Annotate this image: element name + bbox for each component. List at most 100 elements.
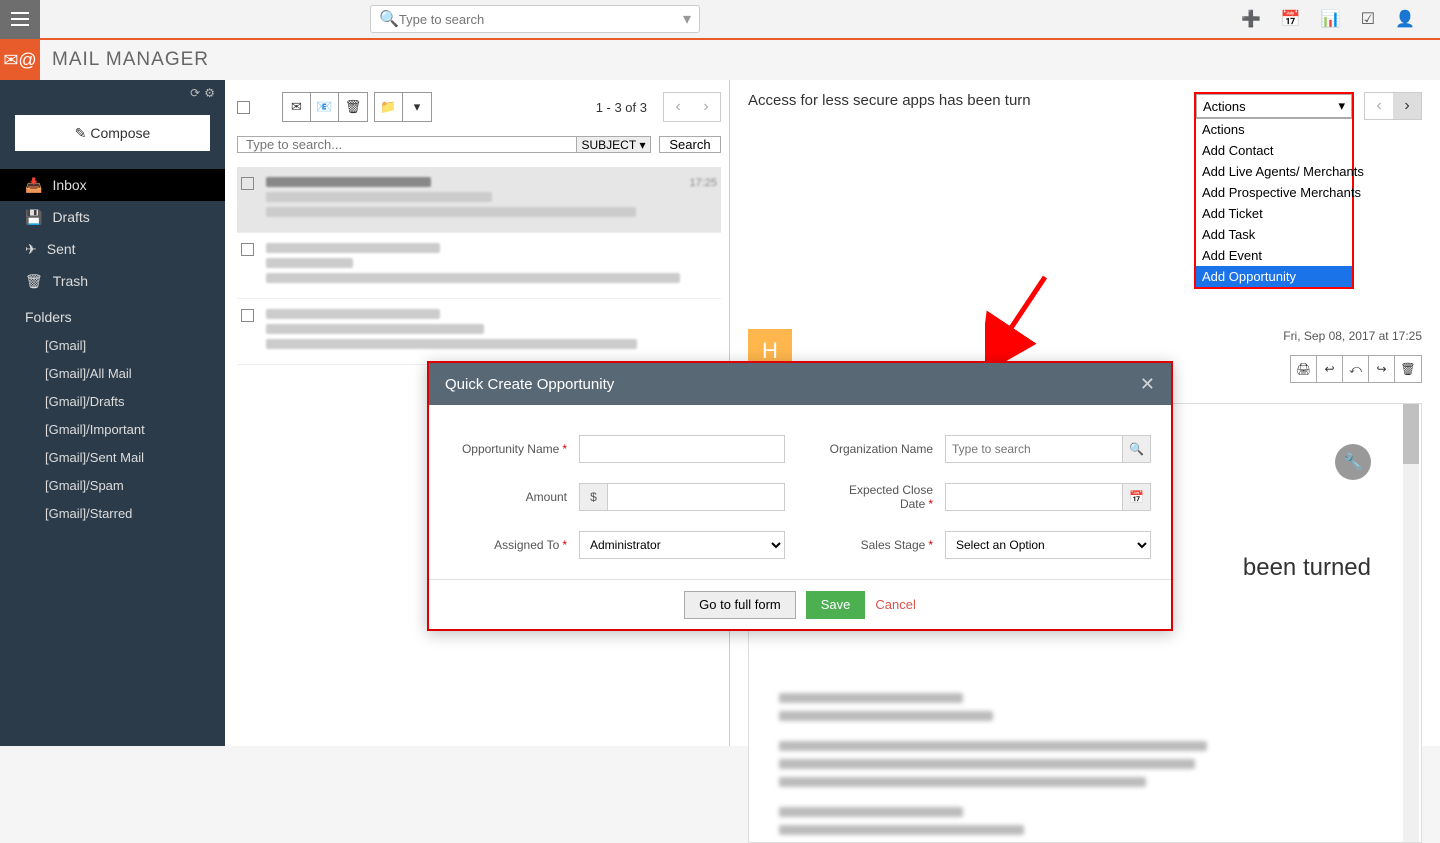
modal-col-left: Opportunity Name* Amount $ Assigned To* … <box>449 435 785 559</box>
delete-icon[interactable]: 🗑 <box>1395 356 1421 382</box>
folder-item[interactable]: [Gmail]/Drafts <box>0 387 225 415</box>
actions-selected-label: Actions <box>1203 99 1246 114</box>
actions-option[interactable]: Add Live Agents/ Merchants <box>1196 161 1352 182</box>
chevron-down-icon[interactable]: ▾ <box>683 9 691 29</box>
assigned-to-select[interactable]: Administrator <box>579 531 785 559</box>
field-organization-name: Organization Name 🔍 <box>815 435 1151 463</box>
mark-unread-icon[interactable]: 📧 <box>311 93 339 121</box>
inbox-icon: 📥 <box>25 177 42 194</box>
close-date-input[interactable] <box>945 483 1123 511</box>
sent-icon: ✈ <box>25 241 37 258</box>
folder-item[interactable]: [Gmail]/Spam <box>0 471 225 499</box>
reports-icon[interactable]: 📊 <box>1321 9 1341 29</box>
module-title: MAIL MANAGER <box>52 49 209 71</box>
actions-option[interactable]: Add Event <box>1196 245 1352 266</box>
mail-subject: Access for less secure apps has been tur… <box>748 92 1184 109</box>
search-field-select[interactable]: SUBJECT ▾ <box>576 137 650 152</box>
actions-option[interactable]: Add Prospective Merchants <box>1196 182 1352 203</box>
mail-checkbox[interactable] <box>241 243 254 256</box>
actions-option[interactable]: Add Task <box>1196 224 1352 245</box>
forward-icon[interactable]: ↪ <box>1369 356 1395 382</box>
modal-col-right: Organization Name 🔍 Expected Close Date*… <box>815 435 1151 559</box>
list-search-input[interactable] <box>238 137 576 152</box>
field-opportunity-name: Opportunity Name* <box>449 435 785 463</box>
hamburger-icon <box>11 12 29 26</box>
field-label: Amount <box>449 490 579 504</box>
sidebar-item-inbox[interactable]: 📥 Inbox <box>0 169 225 201</box>
mail-checkbox[interactable] <box>241 177 254 190</box>
mail-row[interactable] <box>237 233 721 299</box>
delete-mail-icon[interactable]: 🗑 <box>339 93 367 121</box>
list-search-row: SUBJECT ▾ Search <box>237 136 721 153</box>
currency-addon: $ <box>579 483 607 511</box>
select-all-checkbox[interactable] <box>237 101 250 114</box>
folder-item[interactable]: [Gmail] <box>0 331 225 359</box>
move-group: 📁 ▾ <box>374 92 432 122</box>
list-pager: ‹ › <box>663 92 721 122</box>
search-button[interactable]: Search <box>659 136 721 153</box>
field-label: Organization Name <box>815 442 945 456</box>
field-amount: Amount $ <box>449 483 785 511</box>
add-icon[interactable]: ➕ <box>1241 9 1261 29</box>
actions-option-add-opportunity[interactable]: Add Opportunity <box>1196 266 1352 287</box>
trash-icon: 🗑 <box>25 273 43 290</box>
menu-toggle[interactable] <box>0 0 40 39</box>
mark-read-icon[interactable]: ✉ <box>283 93 311 121</box>
prev-page-button[interactable]: ‹ <box>664 93 692 121</box>
scrollbar[interactable] <box>1403 404 1419 842</box>
sidebar: ⟳ ⚙ ✎ Compose 📥 Inbox 💾 Drafts ✈ Sent 🗑 … <box>0 80 225 746</box>
actions-option[interactable]: Add Ticket <box>1196 203 1352 224</box>
detail-prev-button[interactable]: ‹ <box>1365 93 1393 119</box>
save-button[interactable]: Save <box>806 591 866 619</box>
move-dropdown-icon[interactable]: ▾ <box>403 93 431 121</box>
cancel-link[interactable]: Cancel <box>875 597 915 612</box>
sales-stage-select[interactable]: Select an Option <box>945 531 1151 559</box>
mail-row[interactable]: 17:25 <box>237 167 721 233</box>
compose-button[interactable]: ✎ Compose <box>15 115 210 151</box>
search-icon: 🔍 <box>379 9 399 29</box>
amount-input[interactable] <box>607 483 785 511</box>
reply-icon[interactable]: ↩ <box>1317 356 1343 382</box>
logo <box>40 0 140 39</box>
move-folder-icon[interactable]: 📁 <box>375 93 403 121</box>
reply-all-icon[interactable]: ⤺ <box>1343 356 1369 382</box>
field-label: Opportunity Name* <box>449 442 579 456</box>
go-to-full-form-button[interactable]: Go to full form <box>684 591 796 619</box>
user-icon[interactable]: 👤 <box>1395 9 1415 29</box>
global-search-input[interactable] <box>399 12 683 27</box>
sidebar-item-label: Sent <box>47 241 76 257</box>
opportunity-name-input[interactable] <box>579 435 785 463</box>
field-label: Assigned To* <box>449 538 579 552</box>
topbar: 🔍 ▾ ➕ 📅 📊 ☑ 👤 <box>0 0 1440 40</box>
mail-row[interactable] <box>237 299 721 365</box>
calendar-icon[interactable]: 📅 <box>1123 483 1151 511</box>
organization-input[interactable] <box>945 435 1123 463</box>
search-icon[interactable]: 🔍 <box>1123 435 1151 463</box>
refresh-icon[interactable]: ⟳ <box>190 86 200 100</box>
mail-checkbox[interactable] <box>241 309 254 322</box>
mail-manager-icon: ✉@ <box>0 40 40 80</box>
sidebar-item-drafts[interactable]: 💾 Drafts <box>0 201 225 233</box>
actions-option[interactable]: Actions <box>1196 119 1352 140</box>
detail-next-button[interactable]: › <box>1393 93 1421 119</box>
mail-date: 17:25 <box>689 177 717 222</box>
folder-item[interactable]: [Gmail]/Starred <box>0 499 225 527</box>
field-expected-close-date: Expected Close Date* 📅 <box>815 483 1151 511</box>
folder-item[interactable]: [Gmail]/Sent Mail <box>0 443 225 471</box>
sidebar-item-trash[interactable]: 🗑 Trash <box>0 265 225 297</box>
print-icon[interactable]: 🖨 <box>1291 356 1317 382</box>
list-search[interactable]: SUBJECT ▾ <box>237 136 651 153</box>
close-icon[interactable]: ✕ <box>1140 374 1155 395</box>
next-page-button[interactable]: › <box>692 93 720 121</box>
gear-icon: 🔧 <box>1335 444 1371 480</box>
tasks-icon[interactable]: ☑ <box>1361 9 1375 29</box>
folder-item[interactable]: [Gmail]/Important <box>0 415 225 443</box>
sidebar-item-sent[interactable]: ✈ Sent <box>0 233 225 265</box>
folder-item[interactable]: [Gmail]/All Mail <box>0 359 225 387</box>
global-search[interactable]: 🔍 ▾ <box>370 5 700 33</box>
actions-select[interactable]: Actions ▾ <box>1196 94 1352 118</box>
sidebar-item-label: Inbox <box>52 177 86 193</box>
actions-option[interactable]: Add Contact <box>1196 140 1352 161</box>
calendar-icon[interactable]: 📅 <box>1281 9 1301 29</box>
gear-icon[interactable]: ⚙ <box>204 86 215 100</box>
